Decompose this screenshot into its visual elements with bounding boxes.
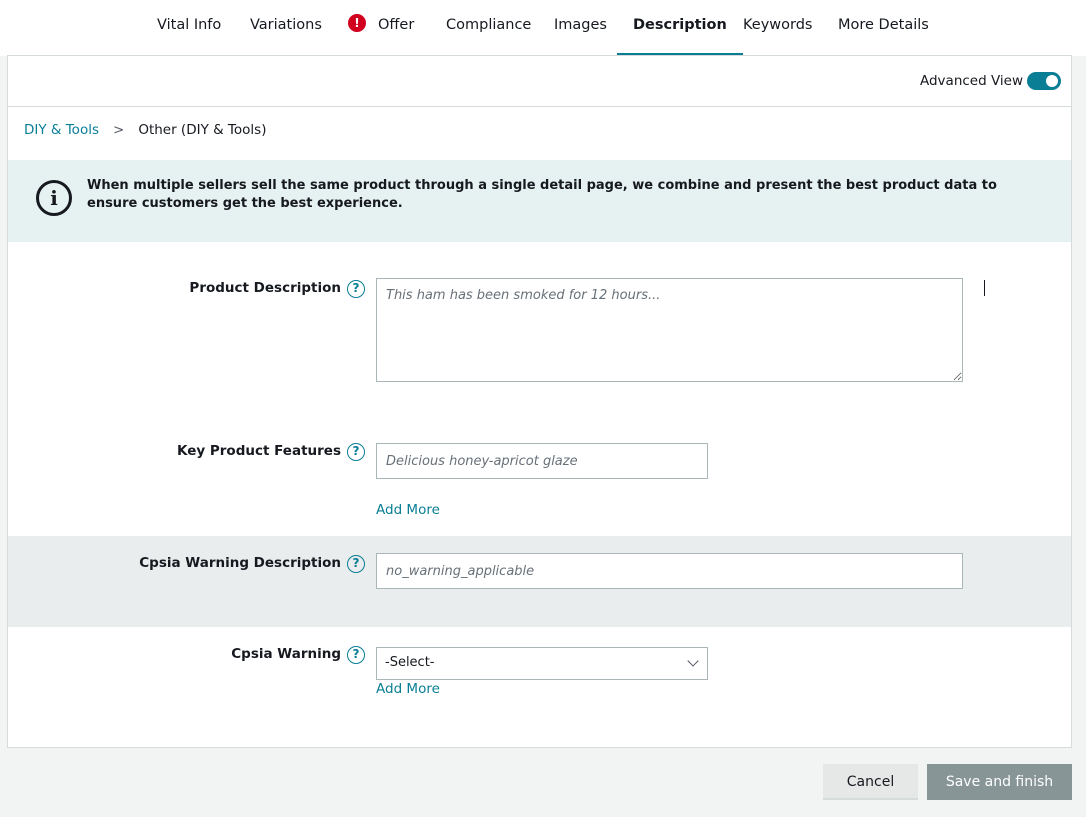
cpsia-warning-select[interactable]: -Select- [376, 647, 708, 680]
info-notice: i When multiple sellers sell the same pr… [8, 160, 1071, 242]
cpsia-warning-selected-value: -Select- [385, 655, 435, 670]
tab-offer-label: Offer [378, 17, 415, 33]
breadcrumb-current: Other (DIY & Tools) [138, 122, 267, 138]
help-icon[interactable]: ? [347, 280, 365, 298]
advanced-view-label: Advanced View [919, 73, 1023, 89]
cpsia-warning-description-label: Cpsia Warning Description [139, 555, 341, 571]
tab-images[interactable]: Images [554, 0, 607, 56]
text-cursor [984, 280, 985, 296]
toggle-knob [1046, 75, 1058, 87]
tab-more-details[interactable]: More Details [838, 0, 929, 56]
product-description-label: Product Description [189, 280, 341, 296]
help-icon[interactable]: ? [347, 555, 365, 573]
breadcrumb-diy-tools[interactable]: DIY & Tools [24, 122, 99, 138]
tab-compliance[interactable]: Compliance [446, 0, 531, 56]
tab-bar: Vital Info Variations ! Offer Compliance … [0, 0, 1086, 56]
error-icon: ! [348, 14, 366, 32]
save-and-finish-button[interactable]: Save and finish [927, 764, 1072, 800]
tab-vital-info[interactable]: Vital Info [157, 0, 221, 56]
tab-description[interactable]: Description [617, 0, 743, 56]
key-product-features-input[interactable] [376, 443, 708, 479]
tab-variations[interactable]: Variations [250, 0, 322, 56]
cpsia-warning-description-input[interactable] [376, 553, 963, 589]
advanced-view-row: Advanced View [8, 56, 1071, 107]
breadcrumb: DIY & Tools > Other (DIY & Tools) [24, 122, 266, 138]
cancel-button[interactable]: Cancel [823, 764, 918, 800]
info-icon: i [36, 180, 72, 216]
product-description-textarea[interactable] [376, 278, 963, 382]
notice-text: When multiple sellers sell the same prod… [87, 178, 997, 211]
cpsia-warning-label: Cpsia Warning [231, 646, 341, 662]
key-product-features-label: Key Product Features [177, 443, 341, 459]
help-icon[interactable]: ? [347, 646, 365, 664]
chevron-down-icon [687, 655, 699, 667]
chevron-right-icon: > [113, 122, 125, 138]
add-more-features-link[interactable]: Add More [376, 502, 440, 518]
description-panel: Advanced View DIY & Tools > Other (DIY & T… [7, 55, 1072, 748]
help-icon[interactable]: ? [347, 443, 365, 461]
add-more-cpsia-link[interactable]: Add More [376, 681, 440, 697]
tab-offer[interactable]: ! Offer [348, 0, 414, 56]
advanced-view-toggle[interactable] [1027, 72, 1061, 90]
tab-keywords[interactable]: Keywords [743, 0, 812, 56]
